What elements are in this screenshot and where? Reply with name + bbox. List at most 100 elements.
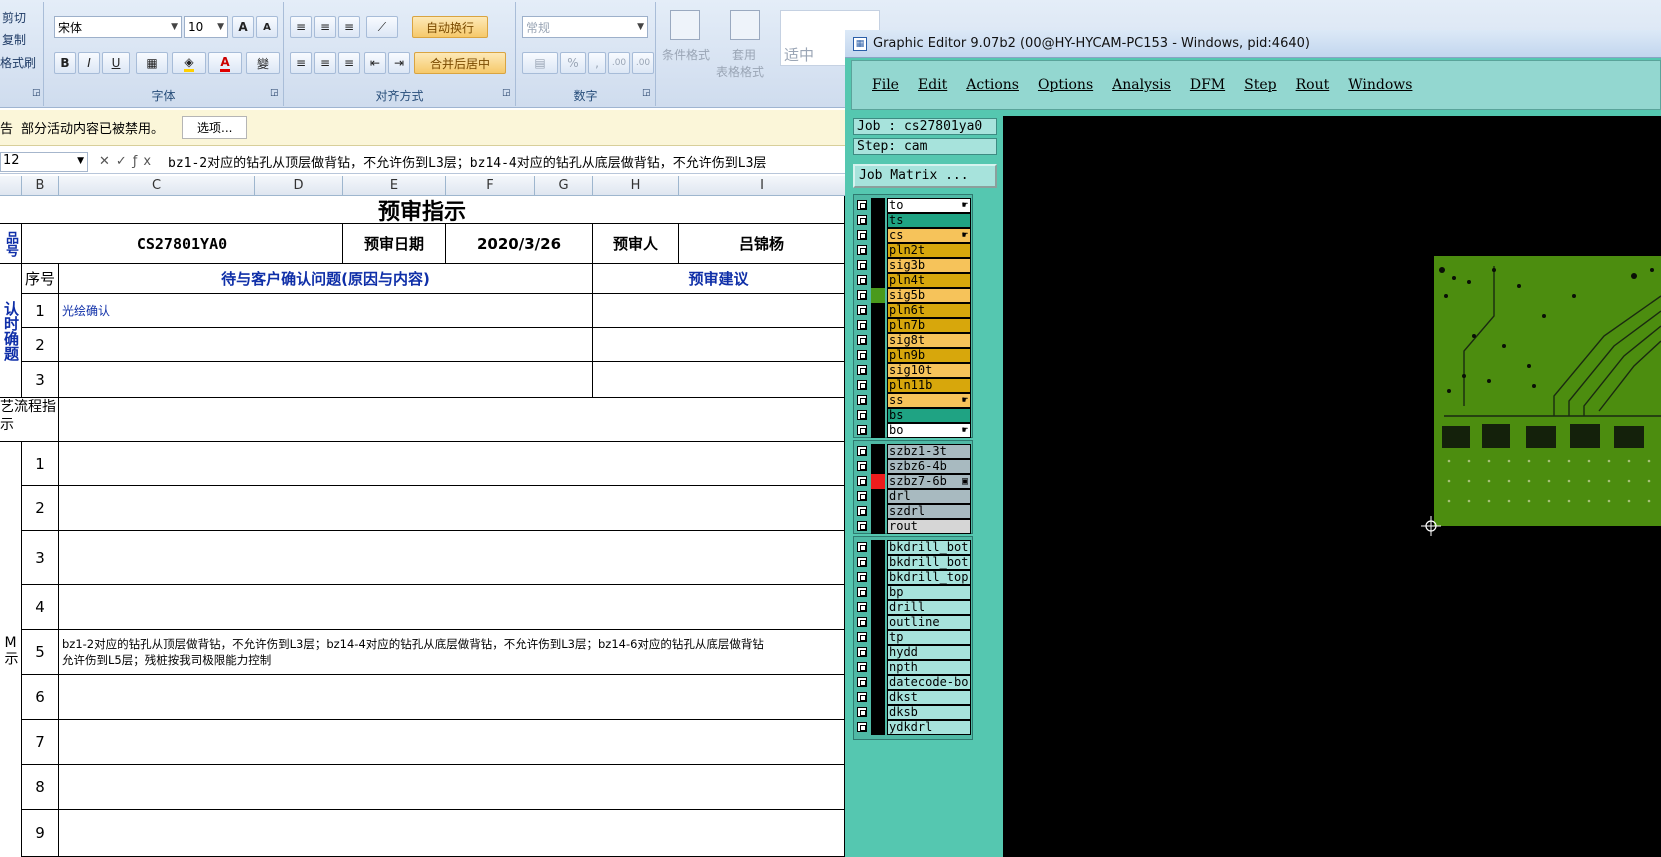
font-size-combo[interactable]: 10 ▼	[184, 16, 228, 38]
menu-rout[interactable]: Rout	[1296, 77, 1330, 93]
layer-checkbox[interactable]	[857, 506, 867, 516]
merge-center-button[interactable]: 合并后居中	[414, 52, 506, 74]
conditional-format-icon[interactable]	[670, 10, 700, 40]
column-header[interactable]: H	[593, 176, 679, 196]
instr-row-content[interactable]	[59, 531, 845, 585]
layer-swatch[interactable]	[871, 720, 885, 735]
layer-row[interactable]: pln4t	[854, 273, 972, 288]
product-code[interactable]: CS27801YA0	[22, 224, 343, 264]
menu-edit[interactable]: Edit	[918, 77, 947, 93]
instr-row-content[interactable]	[59, 810, 845, 857]
layer-swatch[interactable]	[871, 690, 885, 705]
layer-swatch[interactable]	[871, 273, 885, 288]
name-box[interactable]: 12 ▼	[0, 151, 88, 172]
align-middle-icon[interactable]: ≡	[314, 16, 336, 38]
copy-button[interactable]: 复制	[2, 31, 26, 48]
review-date-label[interactable]: 预审日期	[343, 224, 446, 264]
product-label[interactable]: 品号	[0, 224, 22, 264]
layer-checkbox[interactable]	[857, 476, 867, 486]
layer-swatch[interactable]	[871, 243, 885, 258]
layer-checkbox[interactable]	[857, 230, 867, 240]
reviewer-name[interactable]: 吕锦杨	[679, 224, 845, 264]
menu-options[interactable]: Options	[1038, 77, 1093, 93]
layer-row[interactable]: szbz6-4b	[854, 459, 972, 474]
layer-name[interactable]: bp	[887, 585, 971, 600]
percent-button[interactable]: %	[560, 52, 586, 74]
decrease-decimal-button[interactable]: .00	[632, 52, 654, 74]
instr-row-number[interactable]: 6	[22, 675, 59, 720]
comma-button[interactable]: ,	[588, 52, 606, 74]
table-format-line2[interactable]: 表格格式	[716, 63, 764, 80]
table-format-line1[interactable]: 套用	[732, 46, 756, 63]
layer-swatch[interactable]	[871, 423, 885, 438]
layer-checkbox[interactable]	[857, 365, 867, 375]
sheet-title[interactable]: 预审指示	[0, 196, 845, 224]
instr-row-content[interactable]	[59, 486, 845, 531]
layer-row[interactable]: bp	[854, 585, 972, 600]
layer-checkbox[interactable]	[857, 647, 867, 657]
layer-row[interactable]: dkst	[854, 690, 972, 705]
instr-row-number[interactable]: 4	[22, 585, 59, 630]
instr-row-number[interactable]: 1	[22, 442, 59, 486]
layer-row[interactable]: drill	[854, 600, 972, 615]
layer-swatch[interactable]	[871, 408, 885, 423]
layer-name[interactable]: bs	[887, 408, 971, 423]
layer-checkbox[interactable]	[857, 557, 867, 567]
align-bottom-icon[interactable]: ≡	[338, 16, 360, 38]
underline-button[interactable]: U	[102, 52, 130, 74]
dialog-launcher-icon[interactable]: ◲	[642, 88, 651, 98]
layer-row[interactable]: pln9b	[854, 348, 972, 363]
layer-swatch[interactable]	[871, 288, 885, 303]
layer-name[interactable]: ss ☛	[887, 393, 971, 408]
fx-icon[interactable]: ƒx	[133, 154, 157, 169]
job-matrix-button[interactable]: Job Matrix ...	[853, 164, 997, 188]
cancel-icon[interactable]: ✕	[99, 154, 116, 169]
layer-name[interactable]: pln11b	[887, 378, 971, 393]
layer-row[interactable]: dksb	[854, 705, 972, 720]
layer-row[interactable]: rout	[854, 519, 972, 534]
menu-windows[interactable]: Windows	[1348, 77, 1412, 93]
layer-swatch[interactable]	[871, 474, 885, 489]
layer-row[interactable]: sig5b	[854, 288, 972, 303]
options-button[interactable]: 选项...	[182, 116, 248, 139]
confirm-row-suggestion[interactable]	[593, 294, 845, 328]
shrink-font-button[interactable]: A	[256, 16, 278, 38]
layer-row[interactable]: szbz7-6b ▣	[854, 474, 972, 489]
layer-swatch[interactable]	[871, 318, 885, 333]
layer-checkbox[interactable]	[857, 320, 867, 330]
instr-row-number[interactable]: 3	[22, 531, 59, 585]
font-color-button[interactable]: A	[208, 52, 242, 74]
layer-checkbox[interactable]	[857, 662, 867, 672]
wrap-text-button[interactable]: 自动换行	[412, 16, 488, 38]
layer-swatch[interactable]	[871, 303, 885, 318]
column-header[interactable]: I	[679, 176, 845, 196]
layer-name[interactable]: sig8t	[887, 333, 971, 348]
layer-checkbox[interactable]	[857, 572, 867, 582]
accounting-icon[interactable]: ▤	[522, 52, 558, 74]
confirm-row-issue[interactable]: 光绘确认	[59, 294, 593, 328]
layer-row[interactable]: bo ☛	[854, 423, 972, 438]
increase-indent-icon[interactable]: ⇥	[388, 52, 410, 74]
layer-swatch[interactable]	[871, 333, 885, 348]
layer-swatch[interactable]	[871, 555, 885, 570]
layer-name[interactable]: bo ☛	[887, 423, 971, 438]
layer-checkbox[interactable]	[857, 425, 867, 435]
layer-checkbox[interactable]	[857, 245, 867, 255]
layer-swatch[interactable]	[871, 615, 885, 630]
layer-name[interactable]: to ☛	[887, 198, 971, 213]
layer-checkbox[interactable]	[857, 260, 867, 270]
grow-font-button[interactable]: A	[232, 16, 254, 38]
instr-row-content[interactable]	[59, 442, 845, 486]
layer-name[interactable]: pln9b	[887, 348, 971, 363]
layer-row[interactable]: sig10t	[854, 363, 972, 378]
layer-name[interactable]: ydkdrl	[887, 720, 971, 735]
instr-row-number[interactable]: 5	[22, 630, 59, 675]
dialog-launcher-icon[interactable]: ◲	[502, 88, 511, 98]
layer-name[interactable]: pln2t	[887, 243, 971, 258]
menu-step[interactable]: Step	[1244, 77, 1276, 93]
layer-row[interactable]: sig3b	[854, 258, 972, 273]
graphic-canvas[interactable]	[1003, 116, 1661, 857]
layer-name[interactable]: szbz6-4b	[887, 459, 971, 474]
layer-row[interactable]: bkdrill_bot	[854, 540, 972, 555]
layer-row[interactable]: pln6t	[854, 303, 972, 318]
